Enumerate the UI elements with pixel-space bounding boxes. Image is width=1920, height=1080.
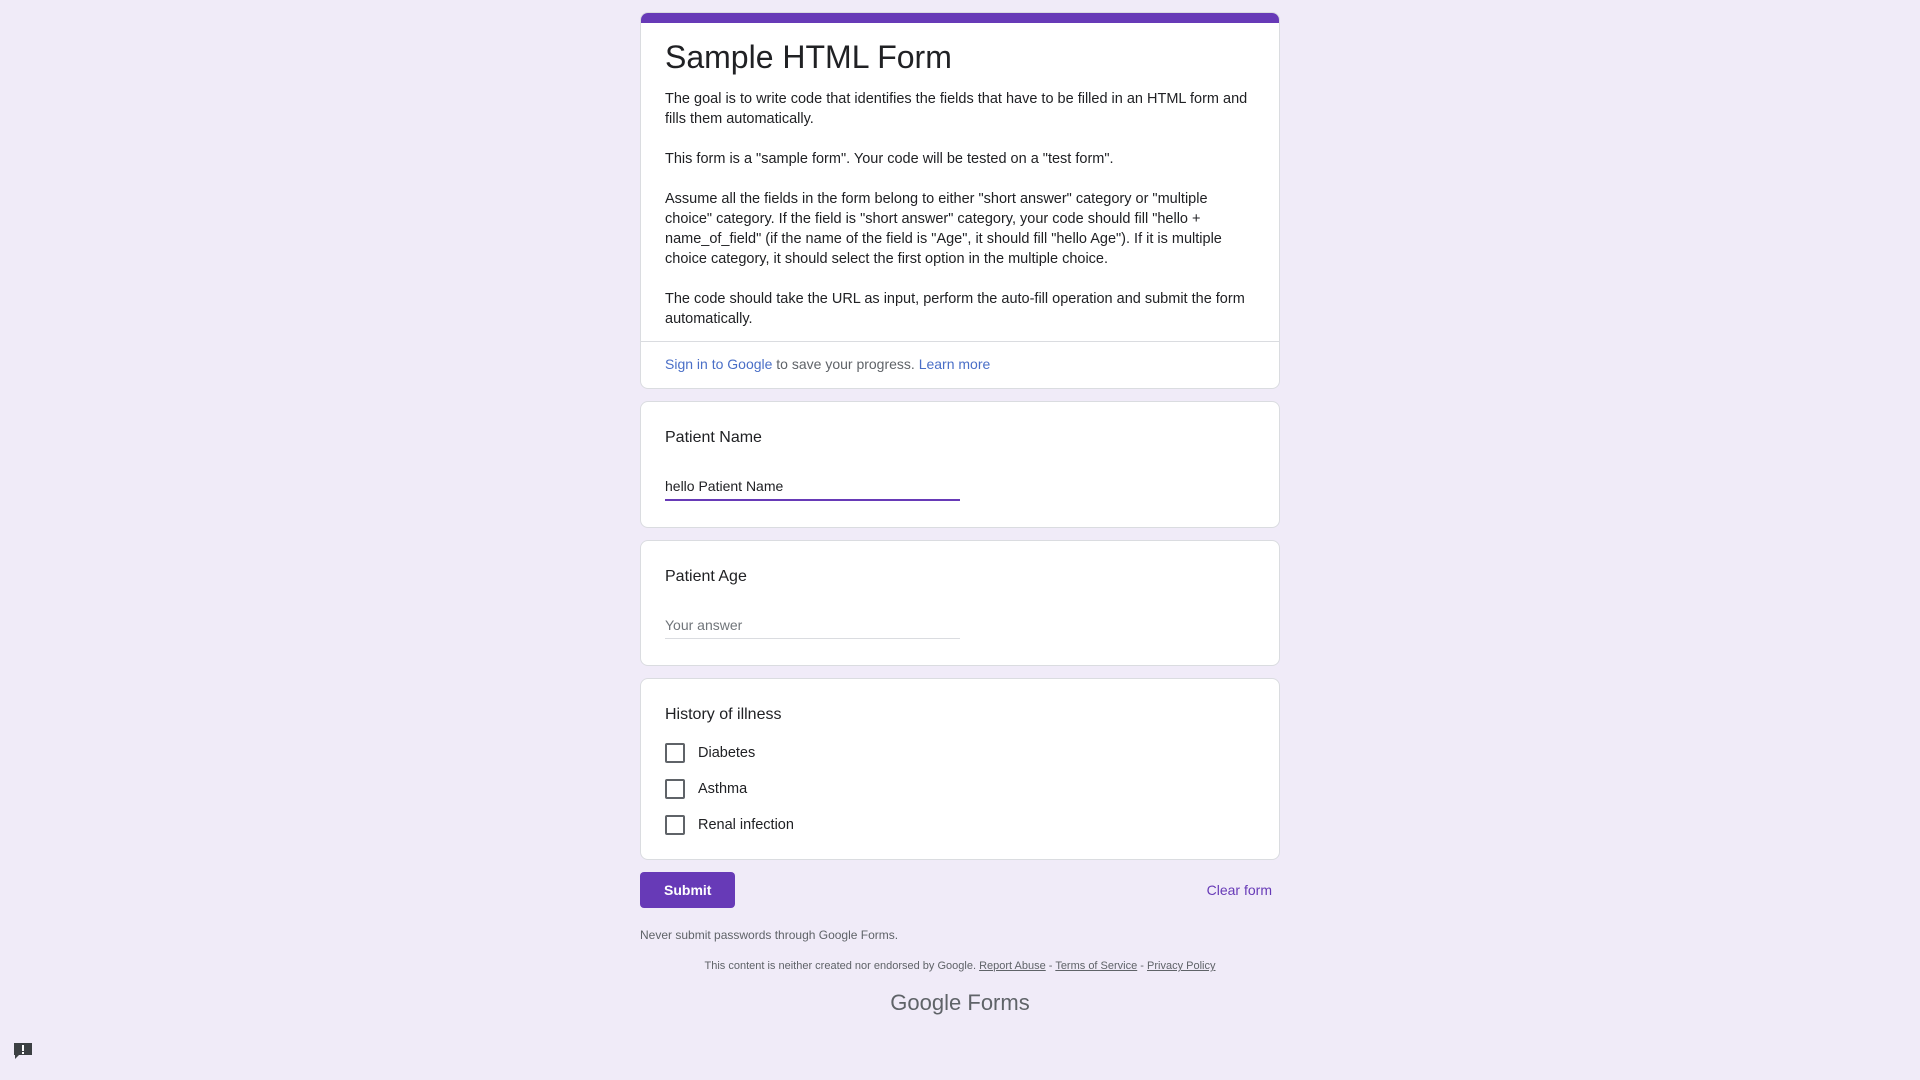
form-description-paragraph: The goal is to write code that identifie… [665,91,1248,127]
checkbox-option-renal-infection[interactable]: Renal infection [665,807,1255,843]
feedback-icon-graphic [14,1043,32,1059]
form-container: Sample HTML Form The goal is to write co… [640,12,1280,1016]
text-field-underline [665,474,960,501]
checkbox-label: Renal infection [698,817,794,833]
password-warning: Never submit passwords through Google Fo… [640,928,899,942]
brand-forms: Forms [967,990,1030,1015]
form-description-paragraph: The code should take the URL as input, p… [665,291,1245,327]
question-title: History of illness [665,706,782,723]
patient-age-input[interactable] [665,613,960,638]
submit-button[interactable]: Submit [640,872,736,908]
header-accent-bar [641,13,1279,23]
footer-disclaimer: This content is neither created nor endo… [640,960,1280,972]
form-title: Sample HTML Form [665,39,952,75]
text-field-underline [665,613,960,639]
signin-prompt-text: to save your progress. [772,356,919,372]
form-actions: Submit Clear form [640,872,1280,908]
form-header-card: Sample HTML Form The goal is to write co… [640,12,1280,389]
checkbox-icon[interactable] [665,815,685,835]
clear-form-button[interactable]: Clear form [1199,874,1280,906]
checkbox-icon[interactable] [665,779,685,799]
checkbox-label: Asthma [698,781,748,797]
feedback-icon[interactable] [13,1042,33,1060]
checkbox-option-asthma[interactable]: Asthma [665,771,1255,807]
form-header-content: Sample HTML Form The goal is to write co… [641,23,1279,341]
question-card-history-of-illness: History of illness Diabetes Asthma Renal… [640,678,1280,860]
google-forms-logo[interactable]: Google Forms [640,990,1280,1016]
report-abuse-link[interactable]: Report Abuse [979,960,1046,972]
question-card-patient-age: Patient Age [640,540,1280,666]
question-card-patient-name: Patient Name [640,401,1280,528]
learn-more-link[interactable]: Learn more [919,356,991,372]
question-title: Patient Age [665,568,747,585]
brand-google: Google [890,990,962,1015]
signin-prompt: Sign in to Google to save your progress.… [641,341,1279,388]
form-description-paragraph: Assume all the fields in the form belong… [665,191,1222,267]
terms-of-service-link[interactable]: Terms of Service [1055,960,1137,972]
checkbox-icon[interactable] [665,743,685,763]
question-title: Patient Name [665,429,762,446]
form-description-paragraph: This form is a "sample form". Your code … [665,151,1114,167]
sign-in-link[interactable]: Sign in to Google [665,356,772,372]
checkbox-label: Diabetes [698,745,756,761]
checkbox-option-diabetes[interactable]: Diabetes [665,735,1255,771]
patient-name-input[interactable] [665,474,960,499]
privacy-policy-link[interactable]: Privacy Policy [1147,960,1215,972]
disclaimer-text: This content is neither created nor endo… [704,960,977,972]
footer-separator: - [1045,960,1056,972]
footer-separator: - [1137,960,1148,972]
